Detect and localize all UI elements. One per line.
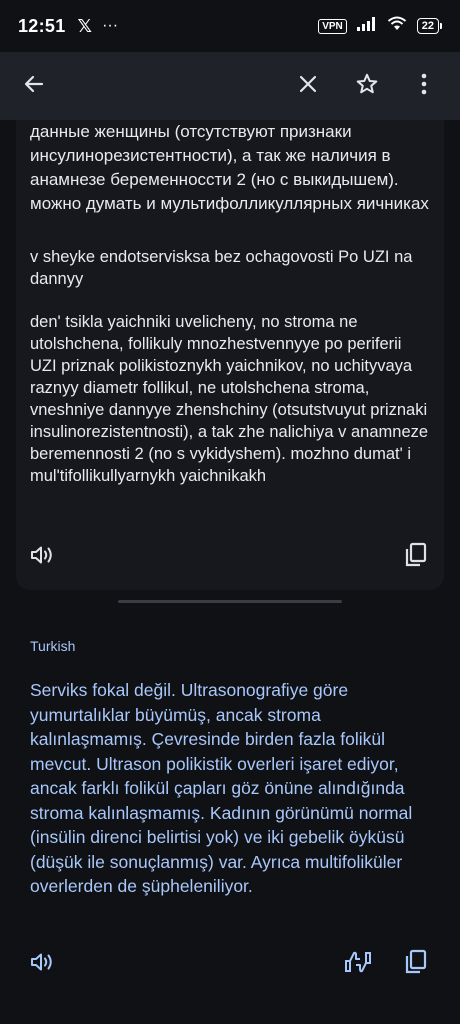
battery-icon: 22	[416, 18, 442, 34]
wifi-icon	[387, 16, 407, 36]
close-button[interactable]	[284, 62, 332, 110]
target-language-label: Turkish	[30, 638, 76, 654]
battery-level: 22	[416, 18, 439, 34]
arrow-left-icon	[22, 72, 46, 101]
speaker-icon	[29, 543, 55, 572]
star-outline-icon	[355, 72, 379, 101]
status-bar: 12:51 𝕏 ··· VPN 22	[0, 0, 460, 52]
more-vertical-icon	[421, 73, 427, 100]
copy-icon	[404, 949, 428, 980]
feedback-button[interactable]	[338, 944, 378, 984]
status-right: VPN 22	[318, 16, 442, 36]
save-star-button[interactable]	[343, 62, 391, 110]
battery-tip	[440, 23, 442, 29]
translation-text: Serviks fokal değil. Ultrasonografiye gö…	[30, 680, 413, 896]
close-icon	[297, 73, 319, 100]
drag-handle[interactable]	[118, 600, 342, 603]
signal-icon	[356, 16, 377, 36]
speaker-icon	[29, 950, 55, 979]
more-options-button[interactable]	[400, 62, 448, 110]
translation-content: данные женщины (отсутствуют признаки инс…	[0, 120, 460, 1024]
translation-listen-button[interactable]	[22, 944, 62, 984]
back-button[interactable]	[10, 62, 58, 110]
vpn-badge: VPN	[318, 18, 347, 34]
source-listen-button[interactable]	[22, 537, 62, 577]
feedback-icon	[343, 949, 373, 980]
translation-copy-button[interactable]	[396, 944, 436, 984]
copy-icon	[404, 542, 428, 573]
app-bar	[0, 52, 460, 120]
source-copy-button[interactable]	[396, 537, 436, 577]
source-transliteration-1: v sheyke endotservisksa bez ochagovosti …	[30, 248, 413, 288]
source-cyrillic-text: данные женщины (отсутствуют признаки инс…	[30, 122, 429, 213]
x-app-icon: 𝕏	[77, 15, 93, 36]
status-left: 12:51 𝕏 ···	[18, 16, 118, 37]
status-time: 12:51	[18, 15, 66, 36]
source-transliteration-2: den' tsikla yaichniki uvelicheny, no str…	[30, 313, 429, 485]
more-notifications-icon: ···	[102, 17, 119, 34]
